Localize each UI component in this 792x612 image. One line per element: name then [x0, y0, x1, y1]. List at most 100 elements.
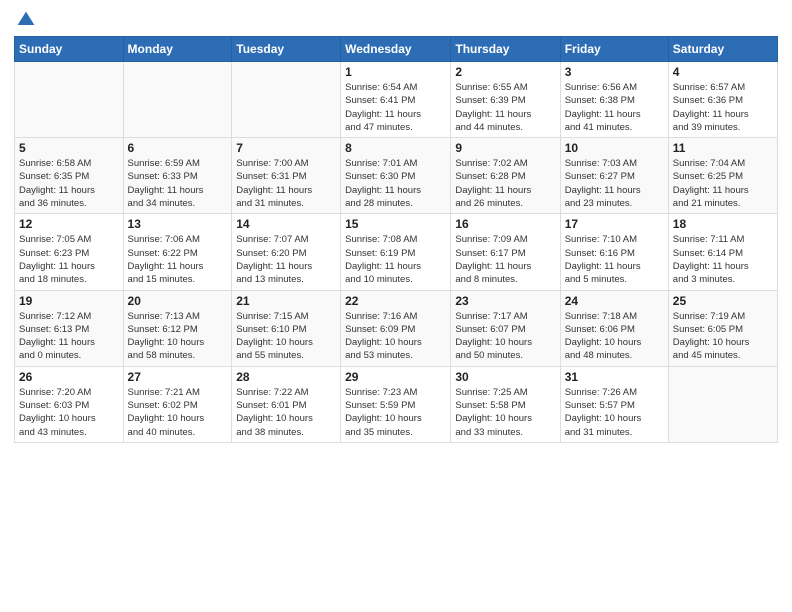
- week-row-1: 1 Sunrise: 6:54 AM Sunset: 6:41 PM Daylig…: [15, 62, 778, 138]
- day-cell: [232, 62, 341, 138]
- day-info: Sunrise: 7:11 AM Sunset: 6:14 PM Dayligh…: [673, 233, 773, 286]
- day-info: Sunrise: 7:23 AM Sunset: 5:59 PM Dayligh…: [345, 386, 446, 439]
- day-info: Sunrise: 7:05 AM Sunset: 6:23 PM Dayligh…: [19, 233, 119, 286]
- day-info: Sunrise: 7:02 AM Sunset: 6:28 PM Dayligh…: [455, 157, 555, 210]
- day-number: 16: [455, 217, 555, 231]
- day-number: 18: [673, 217, 773, 231]
- day-number: 11: [673, 141, 773, 155]
- day-info: Sunrise: 7:08 AM Sunset: 6:19 PM Dayligh…: [345, 233, 446, 286]
- day-number: 6: [128, 141, 228, 155]
- day-cell: 24 Sunrise: 7:18 AM Sunset: 6:06 PM Dayli…: [560, 290, 668, 366]
- day-cell: 7 Sunrise: 7:00 AM Sunset: 6:31 PM Daylig…: [232, 138, 341, 214]
- day-number: 27: [128, 370, 228, 384]
- day-info: Sunrise: 6:56 AM Sunset: 6:38 PM Dayligh…: [565, 81, 664, 134]
- logo: [14, 10, 36, 30]
- day-cell: 20 Sunrise: 7:13 AM Sunset: 6:12 PM Dayli…: [123, 290, 232, 366]
- day-info: Sunrise: 6:57 AM Sunset: 6:36 PM Dayligh…: [673, 81, 773, 134]
- day-cell: 6Sunrise: 6:59 AM Sunset: 6:33 PM Daylig…: [123, 138, 232, 214]
- day-number: 9: [455, 141, 555, 155]
- day-cell: 23 Sunrise: 7:17 AM Sunset: 6:07 PM Dayli…: [451, 290, 560, 366]
- day-number: 30: [455, 370, 555, 384]
- day-cell: 1 Sunrise: 6:54 AM Sunset: 6:41 PM Daylig…: [341, 62, 451, 138]
- day-number: 23: [455, 294, 555, 308]
- day-cell: 31 Sunrise: 7:26 AM Sunset: 5:57 PM Dayli…: [560, 366, 668, 442]
- day-cell: 14Sunrise: 7:07 AM Sunset: 6:20 PM Dayli…: [232, 214, 341, 290]
- day-number: 20: [128, 294, 228, 308]
- day-info: Sunrise: 7:12 AM Sunset: 6:13 PM Dayligh…: [19, 310, 119, 363]
- day-cell: 5Sunrise: 6:58 AM Sunset: 6:35 PM Daylig…: [15, 138, 124, 214]
- day-number: 3: [565, 65, 664, 79]
- day-info: Sunrise: 7:01 AM Sunset: 6:30 PM Dayligh…: [345, 157, 446, 210]
- day-header-tuesday: Tuesday: [232, 37, 341, 62]
- header-row: SundayMondayTuesdayWednesdayThursdayFrid…: [15, 37, 778, 62]
- day-number: 8: [345, 141, 446, 155]
- day-number: 12: [19, 217, 119, 231]
- day-info: Sunrise: 7:15 AM Sunset: 6:10 PM Dayligh…: [236, 310, 336, 363]
- calendar-table: SundayMondayTuesdayWednesdayThursdayFrid…: [14, 36, 778, 443]
- day-info: Sunrise: 6:55 AM Sunset: 6:39 PM Dayligh…: [455, 81, 555, 134]
- day-info: Sunrise: 7:03 AM Sunset: 6:27 PM Dayligh…: [565, 157, 664, 210]
- day-info: Sunrise: 7:16 AM Sunset: 6:09 PM Dayligh…: [345, 310, 446, 363]
- day-cell: 15Sunrise: 7:08 AM Sunset: 6:19 PM Dayli…: [341, 214, 451, 290]
- day-number: 31: [565, 370, 664, 384]
- day-info: Sunrise: 7:19 AM Sunset: 6:05 PM Dayligh…: [673, 310, 773, 363]
- day-number: 17: [565, 217, 664, 231]
- day-cell: [668, 366, 777, 442]
- day-info: Sunrise: 7:26 AM Sunset: 5:57 PM Dayligh…: [565, 386, 664, 439]
- day-header-thursday: Thursday: [451, 37, 560, 62]
- week-row-4: 19 Sunrise: 7:12 AM Sunset: 6:13 PM Dayli…: [15, 290, 778, 366]
- day-cell: 28 Sunrise: 7:22 AM Sunset: 6:01 PM Dayli…: [232, 366, 341, 442]
- day-header-saturday: Saturday: [668, 37, 777, 62]
- day-info: Sunrise: 7:06 AM Sunset: 6:22 PM Dayligh…: [128, 233, 228, 286]
- day-number: 1: [345, 65, 446, 79]
- day-info: Sunrise: 7:10 AM Sunset: 6:16 PM Dayligh…: [565, 233, 664, 286]
- day-number: 25: [673, 294, 773, 308]
- day-cell: 13 Sunrise: 7:06 AM Sunset: 6:22 PM Dayli…: [123, 214, 232, 290]
- day-info: Sunrise: 7:25 AM Sunset: 5:58 PM Dayligh…: [455, 386, 555, 439]
- day-info: Sunrise: 7:22 AM Sunset: 6:01 PM Dayligh…: [236, 386, 336, 439]
- day-number: 4: [673, 65, 773, 79]
- day-cell: 30 Sunrise: 7:25 AM Sunset: 5:58 PM Dayli…: [451, 366, 560, 442]
- day-number: 2: [455, 65, 555, 79]
- day-number: 28: [236, 370, 336, 384]
- day-cell: 17 Sunrise: 7:10 AM Sunset: 6:16 PM Dayli…: [560, 214, 668, 290]
- day-info: Sunrise: 7:00 AM Sunset: 6:31 PM Dayligh…: [236, 157, 336, 210]
- day-number: 21: [236, 294, 336, 308]
- day-cell: [123, 62, 232, 138]
- day-info: Sunrise: 7:13 AM Sunset: 6:12 PM Dayligh…: [128, 310, 228, 363]
- week-row-3: 12 Sunrise: 7:05 AM Sunset: 6:23 PM Dayli…: [15, 214, 778, 290]
- day-info: Sunrise: 7:20 AM Sunset: 6:03 PM Dayligh…: [19, 386, 119, 439]
- header: [14, 10, 778, 30]
- day-cell: 10Sunrise: 7:03 AM Sunset: 6:27 PM Dayli…: [560, 138, 668, 214]
- day-info: Sunrise: 6:54 AM Sunset: 6:41 PM Dayligh…: [345, 81, 446, 134]
- logo-text: [14, 10, 36, 30]
- day-cell: 22 Sunrise: 7:16 AM Sunset: 6:09 PM Dayli…: [341, 290, 451, 366]
- day-cell: 26 Sunrise: 7:20 AM Sunset: 6:03 PM Dayli…: [15, 366, 124, 442]
- day-cell: 2 Sunrise: 6:55 AM Sunset: 6:39 PM Daylig…: [451, 62, 560, 138]
- day-number: 19: [19, 294, 119, 308]
- day-number: 26: [19, 370, 119, 384]
- logo-icon: [16, 10, 36, 30]
- day-cell: [15, 62, 124, 138]
- day-cell: 27Sunrise: 7:21 AM Sunset: 6:02 PM Dayli…: [123, 366, 232, 442]
- day-header-friday: Friday: [560, 37, 668, 62]
- day-cell: 29 Sunrise: 7:23 AM Sunset: 5:59 PM Dayli…: [341, 366, 451, 442]
- day-cell: 3 Sunrise: 6:56 AM Sunset: 6:38 PM Daylig…: [560, 62, 668, 138]
- day-number: 29: [345, 370, 446, 384]
- day-number: 24: [565, 294, 664, 308]
- day-number: 14: [236, 217, 336, 231]
- day-header-sunday: Sunday: [15, 37, 124, 62]
- day-info: Sunrise: 6:58 AM Sunset: 6:35 PM Dayligh…: [19, 157, 119, 210]
- day-number: 7: [236, 141, 336, 155]
- day-header-wednesday: Wednesday: [341, 37, 451, 62]
- day-info: Sunrise: 7:18 AM Sunset: 6:06 PM Dayligh…: [565, 310, 664, 363]
- day-cell: 16 Sunrise: 7:09 AM Sunset: 6:17 PM Dayli…: [451, 214, 560, 290]
- day-cell: 18 Sunrise: 7:11 AM Sunset: 6:14 PM Dayli…: [668, 214, 777, 290]
- day-info: Sunrise: 7:17 AM Sunset: 6:07 PM Dayligh…: [455, 310, 555, 363]
- week-row-5: 26 Sunrise: 7:20 AM Sunset: 6:03 PM Dayli…: [15, 366, 778, 442]
- day-number: 13: [128, 217, 228, 231]
- day-info: Sunrise: 7:09 AM Sunset: 6:17 PM Dayligh…: [455, 233, 555, 286]
- day-info: Sunrise: 7:04 AM Sunset: 6:25 PM Dayligh…: [673, 157, 773, 210]
- day-number: 22: [345, 294, 446, 308]
- day-cell: 4 Sunrise: 6:57 AM Sunset: 6:36 PM Daylig…: [668, 62, 777, 138]
